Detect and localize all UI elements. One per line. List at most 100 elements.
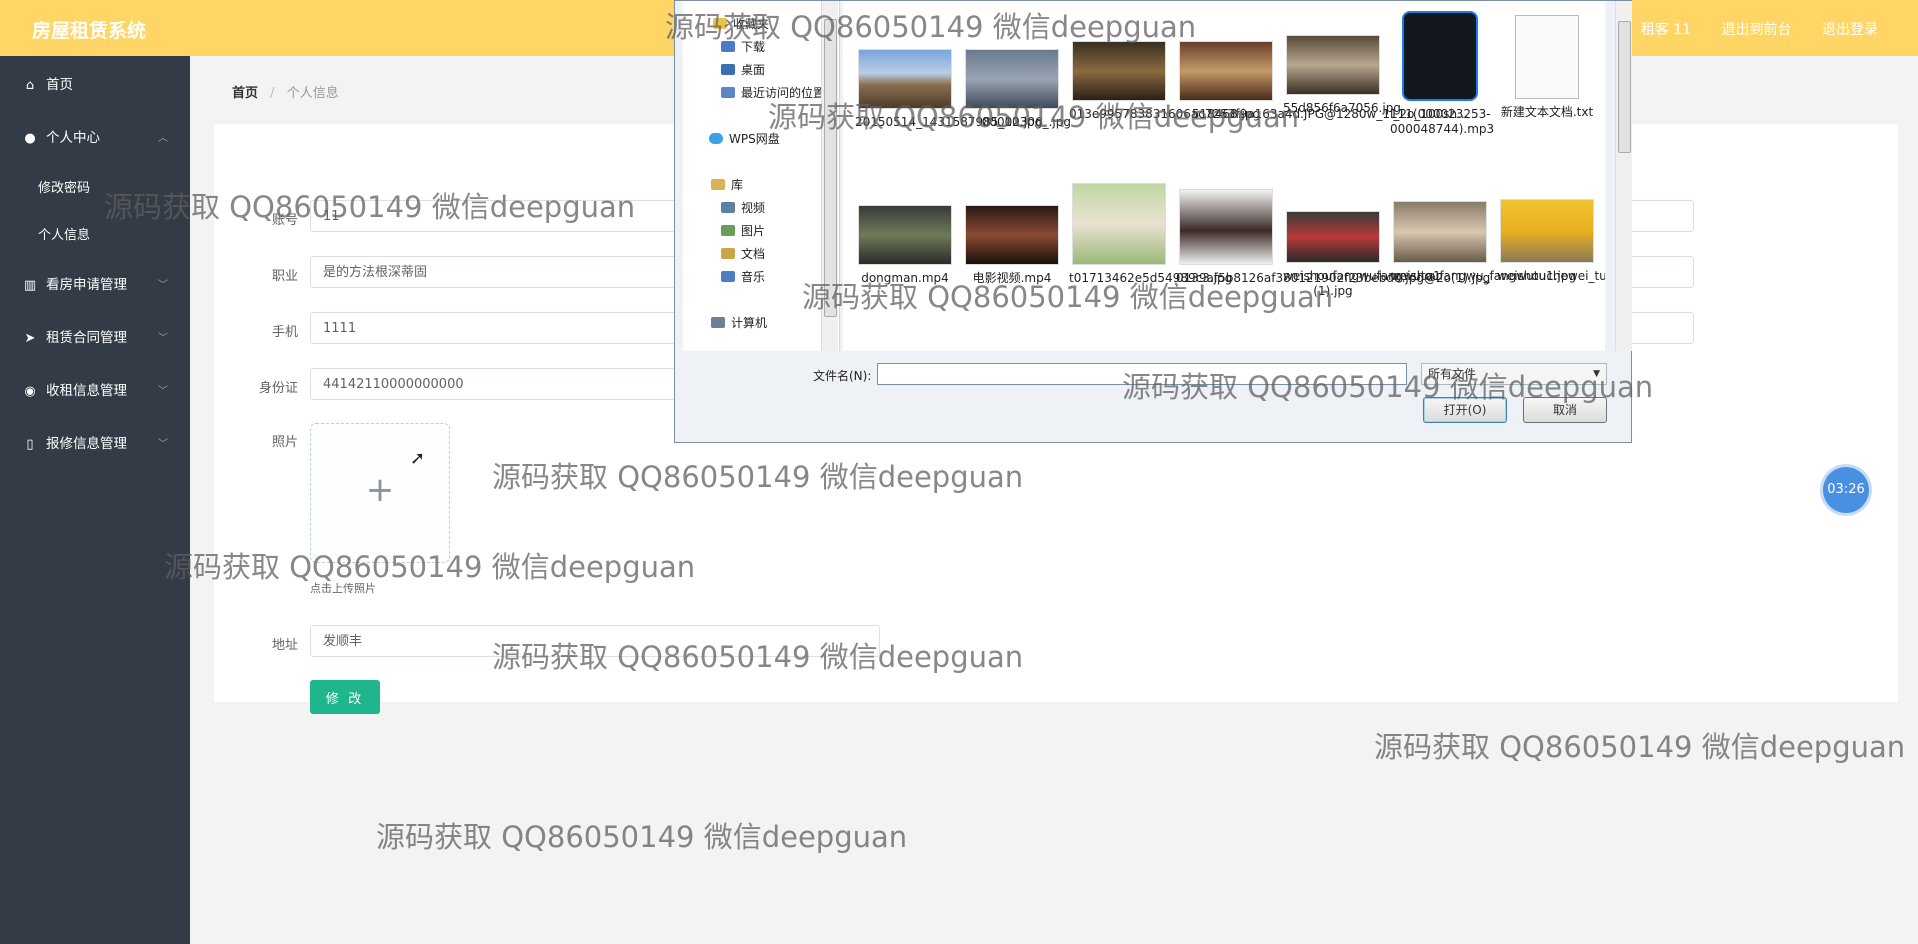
sidebar-item-home[interactable]: ⌂ 首页 [0, 59, 190, 112]
photo-upload-box[interactable]: + [310, 423, 450, 563]
tree-item-desktop[interactable]: 桌面 [721, 61, 765, 78]
image-thumbnail [1393, 201, 1487, 263]
image-thumbnail [1179, 189, 1273, 265]
file-item[interactable]: weishouchewei_tupian1.jpg [1497, 199, 1605, 284]
tree-item-libraries[interactable]: 库 [711, 176, 743, 193]
address-input[interactable]: 发顺丰 [310, 625, 880, 657]
logout-link[interactable]: 退出登录 [1822, 22, 1878, 38]
star-icon [713, 18, 727, 29]
account-label: 账号 [271, 213, 298, 228]
tree-item-favorites[interactable]: 收藏夹 [713, 15, 769, 32]
home-icon: ⌂ [25, 78, 35, 93]
folder-tree: 收藏夹 下载 桌面 最近访问的位置 WPS网盘 库 视频 图片 文档 音乐 计算… [683, 1, 840, 351]
id-card-label: 身份证 [258, 381, 298, 396]
sidebar-item-personal-info[interactable]: 个人信息 [0, 212, 190, 259]
video-folder-icon [721, 202, 735, 213]
cloud-icon [709, 133, 723, 144]
app-title: 房屋租赁系统 [32, 20, 147, 42]
chevron-down-icon: ﹀ [158, 386, 168, 397]
sidebar-item-repair-info[interactable]: ▯ 报修信息管理 ﹀ [0, 418, 190, 471]
chart-icon: ▥ [23, 278, 37, 293]
image-thumbnail [1072, 183, 1166, 265]
tree-item-computer[interactable]: 计算机 [711, 314, 767, 331]
tree-scrollbar[interactable] [821, 1, 838, 351]
filetype-select[interactable]: 所有文件 ▼ [1421, 363, 1607, 385]
cancel-button[interactable]: 取消 [1523, 397, 1607, 423]
file-item[interactable]: weishoufangwu_fangwutu1.jpg [1390, 201, 1576, 284]
file-item[interactable]: 00002.jpg [962, 49, 1062, 130]
photo-label: 照片 [271, 435, 298, 450]
file-item[interactable]: 0139af5b8126af380121902f23bebd0.jpg@2o(1… [1176, 189, 1490, 286]
timer-badge: 03:26 [1823, 467, 1869, 513]
image-thumbnail [1286, 211, 1380, 263]
desktop-icon [721, 64, 735, 75]
video-thumbnail [965, 205, 1059, 265]
sidebar-item-rent-collection[interactable]: ◉ 收租信息管理 ﹀ [0, 365, 190, 418]
phone-icon: ▯ [26, 437, 34, 452]
chevron-down-icon: ﹀ [158, 280, 168, 291]
file-item[interactable]: 518468.jpg [1176, 41, 1276, 122]
open-button[interactable]: 打开(O) [1423, 397, 1507, 423]
tree-item-music[interactable]: 音乐 [721, 268, 765, 285]
file-item[interactable]: 111(000023253-000048744).mp3 [1390, 11, 1494, 137]
file-item[interactable]: 电影视频.mp4 [962, 205, 1062, 286]
breadcrumb: 首页 / 个人信息 [232, 86, 339, 101]
filename-input[interactable] [877, 363, 1407, 385]
image-thumbnail [1072, 41, 1166, 101]
mouse-cursor-icon: ➚ [410, 448, 426, 469]
text-file-icon [1515, 15, 1579, 99]
image-thumbnail [858, 49, 952, 109]
tree-item-documents[interactable]: 文档 [721, 245, 765, 262]
tree-item-wps-cloud[interactable]: WPS网盘 [709, 130, 780, 147]
audio-file-icon [1402, 11, 1478, 101]
sidebar-item-personal-center[interactable]: ● 个人中心 ︿ [0, 112, 190, 165]
user-icon: ● [24, 131, 36, 146]
file-item[interactable]: 55d856f6a7056.jpg [1283, 35, 1401, 116]
image-thumbnail [1286, 35, 1380, 95]
sidebar-item-viewing-requests[interactable]: ▥ 看房申请管理 ﹀ [0, 259, 190, 312]
upload-tip: 点击上传照片 [310, 582, 376, 595]
video-thumbnail [858, 205, 952, 265]
chevron-down-icon: ﹀ [158, 439, 168, 450]
image-thumbnail [1500, 199, 1594, 263]
file-item[interactable]: weishoufangwufangwutu1 (1).jpg [1283, 211, 1441, 299]
file-item[interactable]: 新建文本文档.txt [1497, 15, 1597, 120]
filename-label: 文件名(N): [813, 369, 872, 383]
current-user: 租客 11 [1640, 22, 1692, 38]
send-icon: ➤ [24, 331, 36, 346]
document-folder-icon [721, 248, 735, 259]
file-open-dialog: 收藏夹 下载 桌面 最近访问的位置 WPS网盘 库 视频 图片 文档 音乐 计算… [674, 0, 1632, 443]
file-list-scrollbar[interactable] [1615, 1, 1632, 351]
image-thumbnail [965, 49, 1059, 109]
recent-icon [721, 87, 735, 98]
sidebar-item-change-password[interactable]: 修改密码 [0, 165, 190, 212]
tree-item-downloads[interactable]: 下载 [721, 38, 765, 55]
image-thumbnail [1179, 41, 1273, 101]
save-button[interactable]: 修 改 [310, 680, 380, 714]
tree-item-videos[interactable]: 视频 [721, 199, 765, 216]
breadcrumb-home[interactable]: 首页 [232, 86, 258, 101]
plus-icon: + [365, 470, 395, 510]
sidebar-item-lease-contracts[interactable]: ➤ 租赁合同管理 ﹀ [0, 312, 190, 365]
computer-icon [711, 317, 725, 328]
library-icon [711, 179, 725, 190]
file-item[interactable]: dongman.mp4 [855, 205, 955, 286]
music-folder-icon [721, 271, 735, 282]
file-list: 20150514_1431587985_10306_.jpg 00002.jpg… [843, 1, 1605, 351]
address-label: 地址 [271, 638, 298, 653]
location-icon: ◉ [24, 384, 36, 399]
file-item[interactable]: t01713462e5d54989c3.jpg [1069, 183, 1232, 286]
chevron-down-icon: ▼ [1593, 369, 1600, 379]
download-folder-icon [721, 41, 735, 52]
job-label: 职业 [271, 269, 298, 284]
top-right-links: 租客 11 退出到前台 退出登录 [1615, 19, 1878, 39]
file-item[interactable]: 20150514_1431587985_10306_.jpg [855, 49, 1071, 130]
tree-item-recent[interactable]: 最近访问的位置 [721, 84, 825, 101]
picture-folder-icon [721, 225, 735, 236]
file-item[interactable]: 013e995783831606ac7253f9a163a4d.JPG@1280… [1069, 41, 1469, 122]
chevron-down-icon: ﹀ [158, 333, 168, 344]
breadcrumb-current: 个人信息 [286, 86, 339, 101]
back-to-front-link[interactable]: 退出到前台 [1722, 22, 1792, 38]
tree-item-pictures[interactable]: 图片 [721, 222, 765, 239]
sidebar: ⌂ 首页 ● 个人中心 ︿ 修改密码 个人信息 ▥ 看房申请管理 ﹀ ➤ 租赁合… [0, 56, 190, 944]
